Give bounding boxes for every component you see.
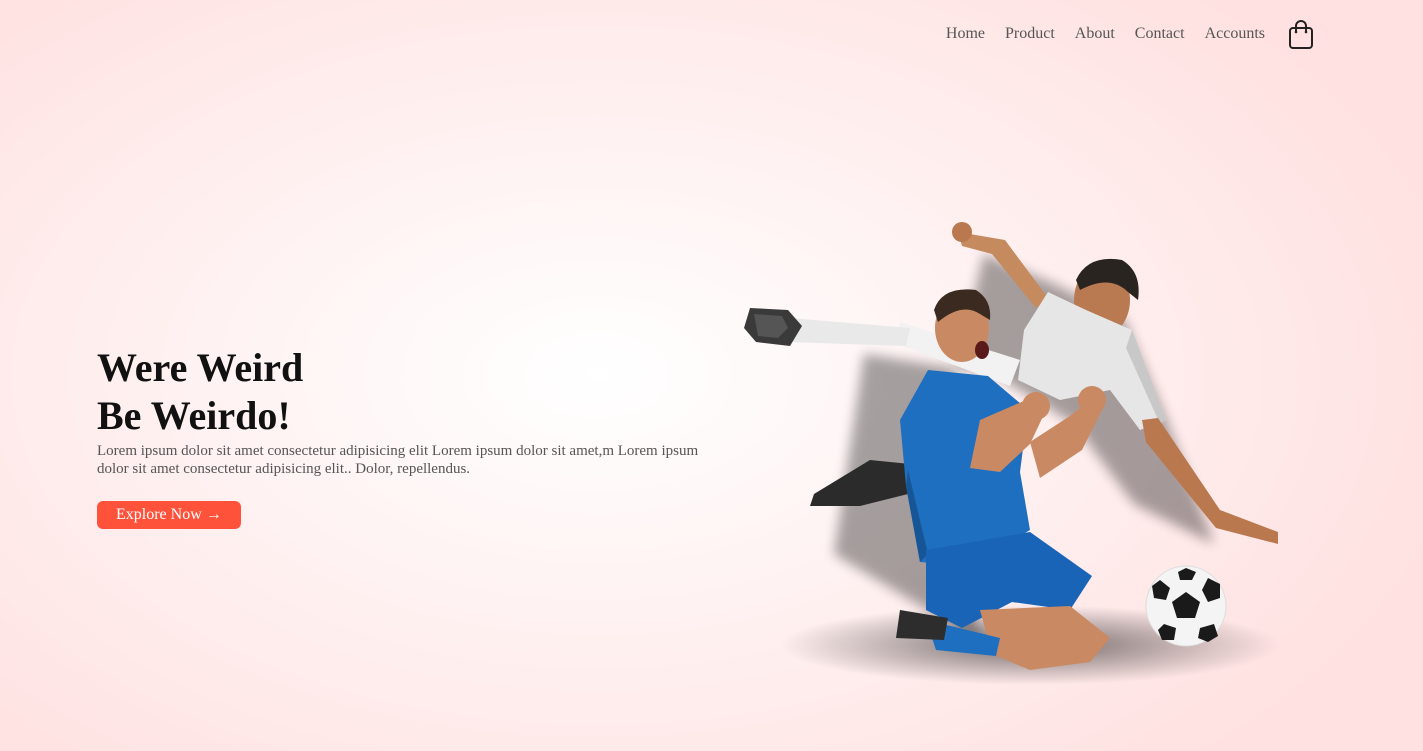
hero-description: Lorem ipsum dolor sit amet consectetur a… xyxy=(97,443,699,477)
nav-product[interactable]: Product xyxy=(1005,20,1055,48)
nav-home[interactable]: Home xyxy=(946,20,985,48)
nav-about[interactable]: About xyxy=(1075,20,1115,48)
hero-section: Were Weird Be Weirdo! Lorem ipsum dolor … xyxy=(97,344,717,529)
soccer-ball xyxy=(1145,565,1227,647)
nav-accounts[interactable]: Accounts xyxy=(1205,20,1265,48)
explore-now-button[interactable]: Explore Now → xyxy=(97,501,241,529)
nav-contact[interactable]: Contact xyxy=(1135,20,1185,48)
headline-line-1: Were Weird xyxy=(97,345,304,390)
soccer-players-image xyxy=(744,222,1280,685)
hero-headline: Were Weird Be Weirdo! xyxy=(97,344,717,440)
headline-line-2: Be Weirdo! xyxy=(97,393,291,438)
shopping-bag-icon[interactable] xyxy=(1287,18,1315,50)
top-navigation: Home Product About Contact Accounts xyxy=(926,18,1315,50)
